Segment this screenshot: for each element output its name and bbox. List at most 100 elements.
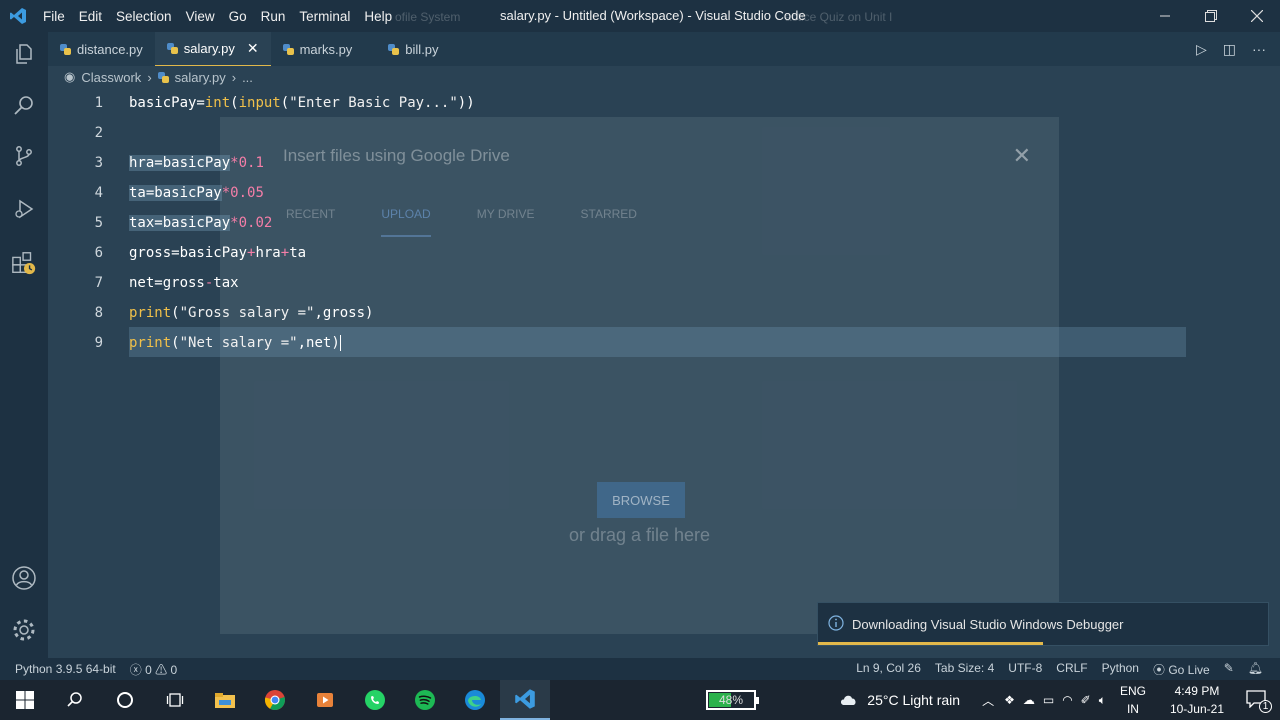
status-bar: Python 3.9.5 64-bit ⓧ 0 ⚠ 0 Ln 9, Col 26… — [0, 658, 1280, 680]
code-line: 7 net=gross-tax — [48, 268, 1188, 298]
chrome-icon[interactable] — [250, 680, 300, 720]
code-line: 8 print("Gross salary =",gross) — [48, 298, 1188, 328]
code-text: basicPay=int(input("Enter Basic Pay...")… — [129, 95, 475, 111]
action-center-icon[interactable]: 1 — [1238, 689, 1280, 713]
close-tab-icon[interactable]: ✕ — [247, 40, 259, 57]
breadcrumb-file[interactable]: salary.py — [175, 70, 226, 85]
vscode-taskbar-icon[interactable] — [500, 680, 550, 720]
media-player-icon[interactable] — [300, 680, 350, 720]
broadcast-icon: ⦿ — [1152, 662, 1165, 677]
tab-marks[interactable]: marks.py — [271, 32, 365, 66]
go-live-button[interactable]: ⦿ Go Live — [1146, 661, 1217, 678]
code-text: print("Net salary =",net) — [129, 335, 341, 351]
extensions-icon[interactable] — [11, 250, 37, 276]
python-file-icon — [166, 43, 178, 54]
battery-icon[interactable]: ▭ — [1039, 693, 1058, 707]
language-indicator[interactable]: ENG IN — [1110, 682, 1156, 718]
breadcrumb-folder[interactable]: Classwork — [81, 70, 141, 85]
language-mode[interactable]: Python — [1095, 661, 1146, 678]
tab-salary[interactable]: salary.py ✕ — [154, 32, 271, 66]
code-line: 5 tax=basicPay*0.02 — [48, 208, 1188, 238]
notification-count: 1 — [1259, 699, 1272, 713]
run-file-icon[interactable]: ▷ — [1196, 41, 1207, 58]
tab-bill[interactable]: bill.py — [376, 32, 450, 66]
dropbox-icon[interactable]: ❖ — [1000, 693, 1019, 707]
menu-help[interactable]: Help — [357, 9, 399, 24]
chevron-right-icon: › — [147, 69, 152, 85]
weather-text[interactable]: 25°C Light rain — [867, 692, 976, 708]
encoding[interactable]: UTF-8 — [1001, 661, 1049, 678]
battery-indicator[interactable]: 48% — [706, 690, 759, 710]
notification-toast: Downloading Visual Studio Windows Debugg… — [817, 602, 1269, 646]
minimize-button[interactable] — [1142, 0, 1188, 32]
vscode-logo-icon — [0, 0, 36, 32]
line-number: 6 — [94, 245, 103, 261]
tab-size[interactable]: Tab Size: 4 — [928, 661, 1001, 678]
problems-indicator[interactable]: ⓧ 0 ⚠ 0 — [123, 661, 184, 678]
close-window-button[interactable] — [1234, 0, 1280, 32]
menu-selection[interactable]: Selection — [109, 9, 179, 24]
spotify-icon[interactable] — [400, 680, 450, 720]
region-code: IN — [1126, 702, 1139, 716]
code-line: 4 ta=basicPay*0.05 — [48, 178, 1188, 208]
split-editor-icon[interactable]: ◫ — [1223, 41, 1236, 58]
tab-distance[interactable]: distance.py — [48, 32, 155, 66]
window-controls — [1142, 0, 1280, 32]
edge-icon[interactable] — [450, 680, 500, 720]
file-explorer-icon[interactable] — [200, 680, 250, 720]
breadcrumb-tail[interactable]: ... — [242, 70, 253, 85]
source-control-icon[interactable] — [11, 143, 37, 169]
account-icon[interactable] — [11, 565, 37, 591]
line-number: 8 — [94, 305, 103, 321]
line-number: 7 — [94, 275, 103, 291]
editor-tab-bar: distance.py salary.py ✕ marks.py bill.py… — [48, 32, 1280, 66]
whatsapp-icon[interactable] — [350, 680, 400, 720]
editor-actions: ▷ ◫ ··· — [1196, 32, 1280, 66]
code-text: ta=basicPay*0.05 — [129, 185, 264, 201]
chevron-up-icon[interactable]: ︿ — [976, 692, 1000, 709]
weather-cloud-icon[interactable] — [831, 692, 867, 709]
folder-circle-icon: ◉ — [64, 69, 76, 84]
menu-file[interactable]: File — [36, 9, 72, 24]
menu-run[interactable]: Run — [254, 9, 293, 24]
line-ending[interactable]: CRLF — [1049, 661, 1094, 678]
cursor-position[interactable]: Ln 9, Col 26 — [849, 661, 928, 678]
onedrive-icon[interactable]: ☁ — [1019, 693, 1039, 707]
tab-label: salary.py — [183, 41, 235, 56]
code-line: 2 — [48, 118, 1188, 148]
code-text: net=gross-tax — [129, 275, 239, 291]
pen-icon[interactable]: ✐ — [1077, 693, 1095, 707]
code-editor[interactable]: 1 basicPay=int(input("Enter Basic Pay...… — [48, 88, 1280, 658]
cortana-icon[interactable] — [100, 680, 150, 720]
python-file-icon — [157, 71, 169, 83]
explorer-icon[interactable] — [11, 41, 37, 67]
volume-icon[interactable]: 🔈︎ — [1095, 693, 1110, 708]
code-line: 1 basicPay=int(input("Enter Basic Pay...… — [48, 88, 1188, 118]
search-icon[interactable] — [11, 92, 37, 118]
clock-date: 10-Jun-21 — [1169, 702, 1224, 716]
restore-button[interactable] — [1188, 0, 1234, 32]
menu-bar: File Edit Selection View Go Run Terminal… — [36, 0, 399, 32]
warning-count: 0 — [170, 662, 178, 677]
wifi-icon[interactable]: ◠ — [1058, 693, 1076, 707]
windows-start-icon[interactable] — [0, 680, 50, 720]
task-view-icon[interactable] — [150, 680, 200, 720]
search-icon[interactable] — [50, 680, 100, 720]
settings-gear-icon[interactable] — [11, 617, 37, 643]
notifications-bell-icon[interactable]: 🔔︎ — [1241, 661, 1270, 678]
menu-view[interactable]: View — [179, 9, 222, 24]
code-text: tax=basicPay*0.02 — [129, 215, 273, 231]
activity-bar — [0, 32, 48, 658]
window-title: salary.py - Untitled (Workspace) - Visua… — [500, 8, 806, 23]
more-actions-icon[interactable]: ··· — [1252, 41, 1266, 57]
menu-terminal[interactable]: Terminal — [292, 9, 357, 24]
clock[interactable]: 4:49 PM 10-Jun-21 — [1156, 682, 1238, 718]
feedback-icon[interactable]: ✎ — [1217, 661, 1241, 678]
run-debug-icon[interactable] — [11, 196, 37, 222]
menu-edit[interactable]: Edit — [72, 9, 109, 24]
windows-taskbar: 48% 25°C Light rain ︿ ❖ ☁ ▭ ◠ ✐ 🔈︎ ENG I… — [0, 680, 1280, 720]
python-interpreter[interactable]: Python 3.9.5 64-bit — [0, 662, 123, 676]
menu-go[interactable]: Go — [222, 9, 254, 24]
warning-icon: ⚠ — [155, 662, 168, 677]
tab-label: bill.py — [405, 41, 439, 57]
